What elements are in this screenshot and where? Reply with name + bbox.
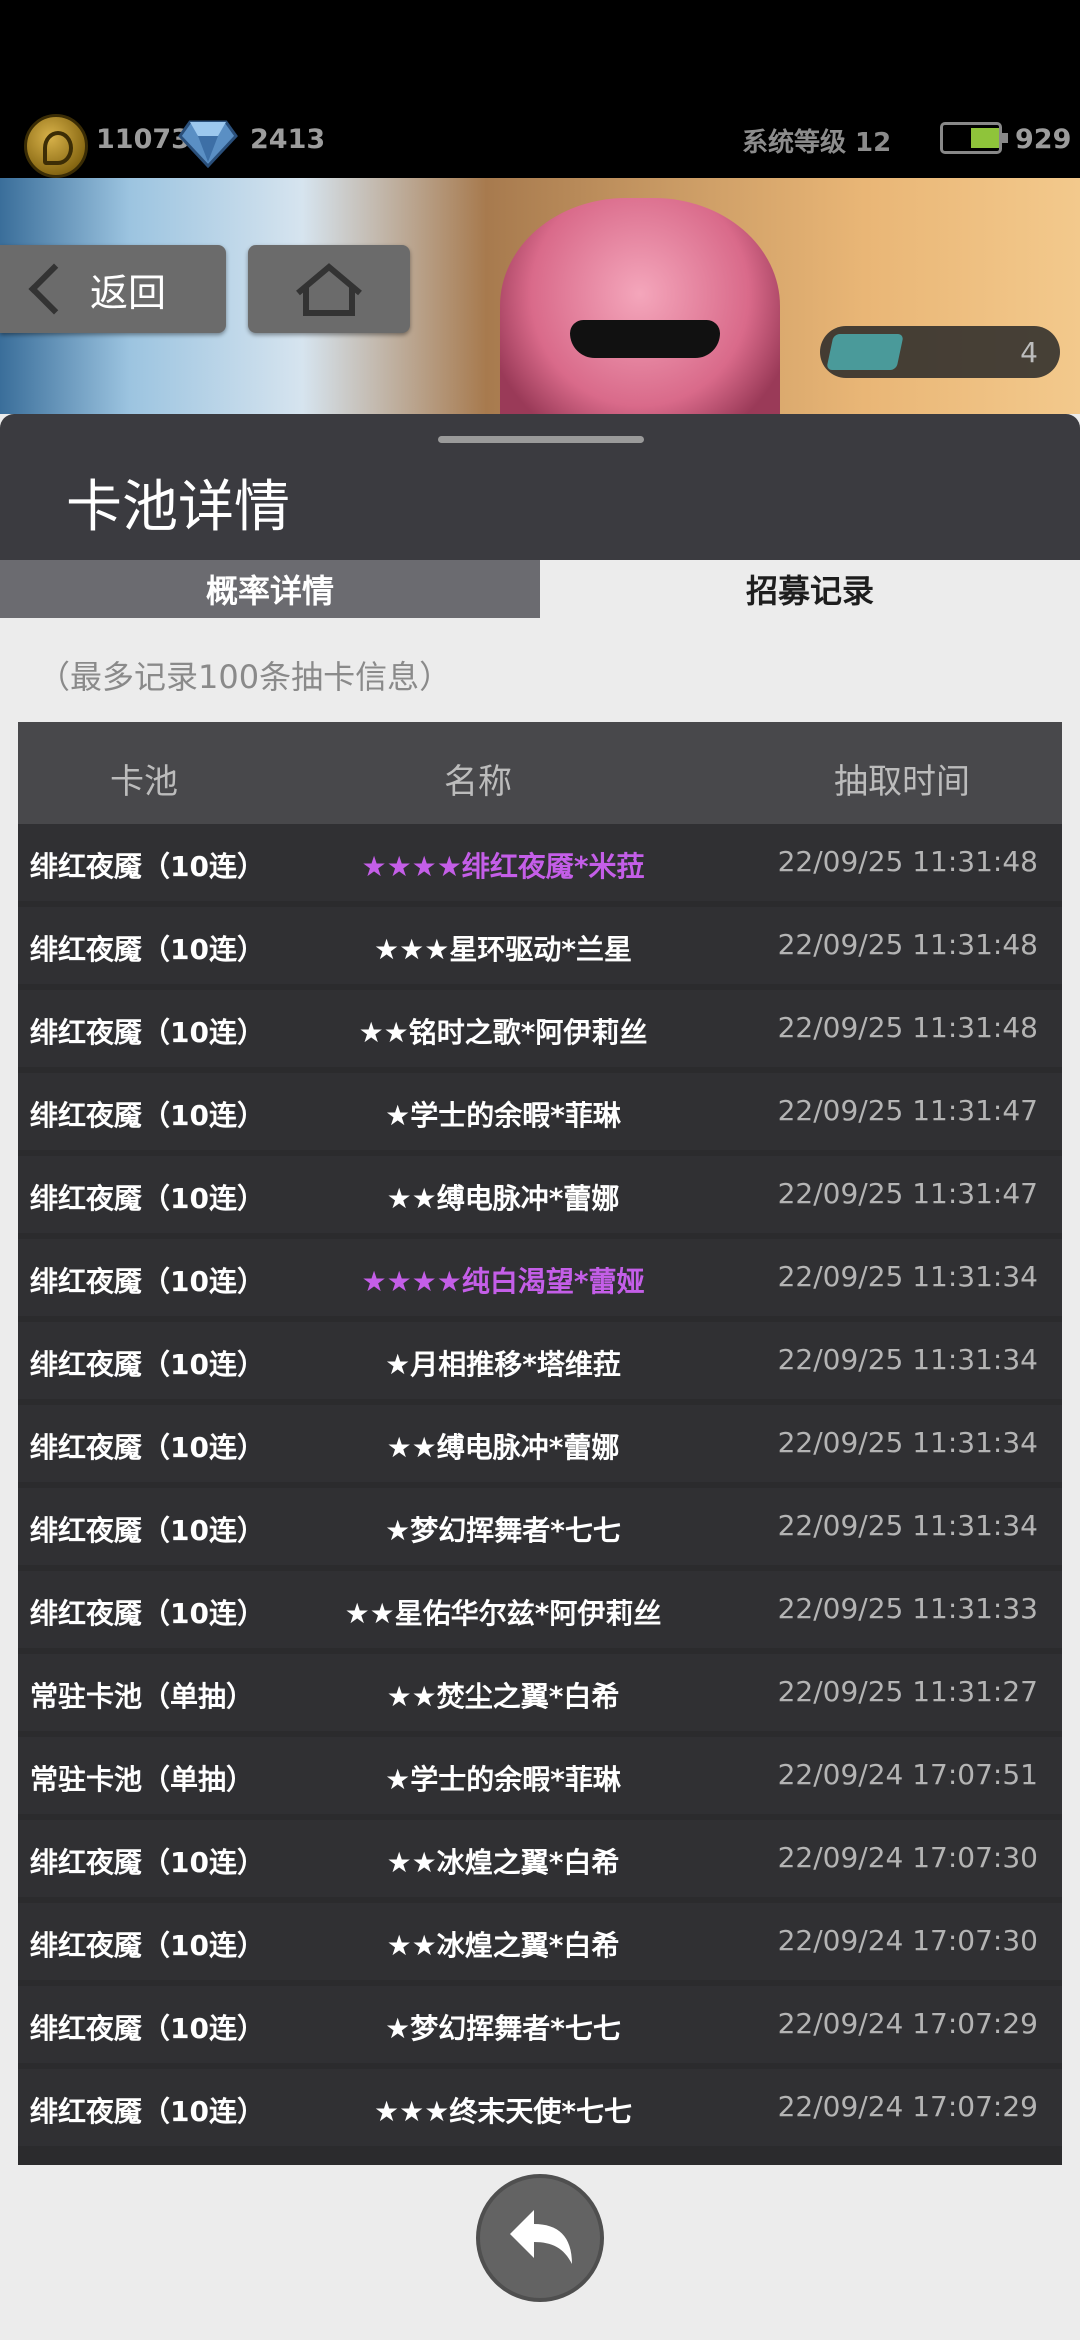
row-name: ★★冰煌之翼*白希 (386, 1846, 620, 1879)
row-time: 22/09/25 11:31:34 (777, 1343, 1038, 1376)
home-button[interactable] (248, 245, 410, 333)
row-pool: 常驻卡池（单抽） (30, 1763, 255, 1796)
row-name: ★★缚电脉冲*蕾娜 (386, 1182, 620, 1215)
drag-handle[interactable] (438, 436, 644, 443)
row-pool: 绯红夜魇（10连） (30, 850, 265, 883)
table-body: 绯红夜魇（10连） ★★★★绯红夜魇*米菈 22/09/25 11:31:48 绯红夜… (18, 824, 1062, 2146)
header-pool: 卡池 (110, 762, 178, 802)
energy-count: 929 (1015, 124, 1072, 155)
table-row: 绯红夜魇（10连） ★★铭时之歌*阿伊莉丝 22/09/25 11:31:48 (18, 990, 1062, 1067)
back-button[interactable]: 返回 (0, 245, 226, 333)
table-row: 绯红夜魇（10连） ★★缚电脉冲*蕾娜 22/09/25 11:31:47 (18, 1156, 1062, 1233)
back-label: 返回 (90, 270, 167, 315)
table-row: 常驻卡池（单抽） ★★焚尘之翼*白希 22/09/25 11:31:27 (18, 1654, 1062, 1731)
return-button[interactable] (476, 2174, 604, 2302)
chevron-left-icon (28, 263, 80, 315)
row-pool: 绯红夜魇（10连） (30, 2095, 265, 2128)
table-row: 绯红夜魇（10连） ★★缚电脉冲*蕾娜 22/09/25 11:31:34 (18, 1405, 1062, 1482)
table-row: 绯红夜魇（10连） ★★冰煌之翼*白希 22/09/24 17:07:30 (18, 1903, 1062, 1980)
home-icon (296, 263, 362, 316)
ticket-icon (826, 334, 904, 370)
table-row: 绯红夜魇（10连） ★梦幻挥舞者*七七 22/09/24 17:07:29 (18, 1986, 1062, 2063)
table-row: 绯红夜魇（10连） ★月相推移*塔维菈 22/09/25 11:31:34 (18, 1322, 1062, 1399)
row-name: ★学士的余暇*菲琳 (385, 1763, 621, 1796)
row-pool: 绯红夜魇（10连） (30, 1846, 265, 1879)
row-time: 22/09/24 17:07:30 (777, 1841, 1038, 1874)
coin-icon (24, 114, 88, 178)
header-time: 抽取时间 (834, 762, 970, 802)
dialog-title: 卡池详情 (66, 475, 290, 540)
status-bar: 11073 2413 系统等级 12 929 (0, 0, 1080, 178)
row-pool: 常驻卡池（单抽） (30, 1680, 255, 1713)
records-table[interactable]: 卡池 名称 抽取时间 绯红夜魇（10连） ★★★★绯红夜魇*米菈 22/09/25 … (18, 722, 1062, 2165)
row-name: ★★铭时之歌*阿伊莉丝 (358, 1016, 648, 1049)
row-pool: 绯红夜魇（10连） (30, 1016, 265, 1049)
row-name: ★★缚电脉冲*蕾娜 (386, 1431, 620, 1464)
ticket-counter: 4 (820, 326, 1060, 378)
row-name: ★★★★纯白渴望*蕾娅 (361, 1265, 645, 1298)
row-name: ★★★终末天使*七七 (374, 2095, 632, 2128)
row-name: ★★冰煌之翼*白希 (386, 1929, 620, 1962)
row-time: 22/09/25 11:31:34 (777, 1260, 1038, 1293)
row-time: 22/09/24 17:07:51 (777, 1758, 1038, 1791)
row-time: 22/09/24 17:07:29 (777, 2090, 1038, 2123)
table-row: 绯红夜魇（10连） ★★★★绯红夜魇*米菈 22/09/25 11:31:48 (18, 824, 1062, 901)
ticket-count: 4 (1020, 336, 1038, 369)
row-name: ★梦幻挥舞者*七七 (385, 1514, 621, 1547)
table-row: 绯红夜魇（10连） ★★★星环驱动*兰星 22/09/25 11:31:48 (18, 907, 1062, 984)
table-row: 绯红夜魇（10连） ★★星佑华尔兹*阿伊莉丝 22/09/25 11:31:33 (18, 1571, 1062, 1648)
row-time: 22/09/25 11:31:48 (777, 845, 1038, 878)
row-name: ★★星佑华尔兹*阿伊莉丝 (344, 1597, 662, 1630)
table-header: 卡池 名称 抽取时间 (18, 722, 1062, 824)
table-row: 绯红夜魇（10连） ★★★终末天使*七七 22/09/24 17:07:29 (18, 2069, 1062, 2146)
tab-probability[interactable]: 概率详情 (0, 560, 540, 618)
row-pool: 绯红夜魇（10连） (30, 1514, 265, 1547)
table-row: 绯红夜魇（10连） ★★★★纯白渴望*蕾娅 22/09/25 11:31:34 (18, 1239, 1062, 1316)
row-time: 22/09/25 11:31:48 (777, 1011, 1038, 1044)
gem-count: 2413 (250, 124, 326, 155)
table-row: 绯红夜魇（10连） ★★冰煌之翼*白希 22/09/24 17:07:30 (18, 1820, 1062, 1897)
row-time: 22/09/24 17:07:30 (777, 1924, 1038, 1957)
row-name: ★学士的余暇*菲琳 (385, 1099, 621, 1132)
header-name: 名称 (444, 762, 512, 802)
row-time: 22/09/25 11:31:34 (777, 1509, 1038, 1542)
row-time: 22/09/25 11:31:48 (777, 928, 1038, 961)
table-row: 常驻卡池（单抽） ★学士的余暇*菲琳 22/09/24 17:07:51 (18, 1737, 1062, 1814)
row-pool: 绯红夜魇（10连） (30, 2012, 265, 2045)
diamond-icon (178, 120, 238, 168)
character-art (500, 198, 780, 414)
table-row: 绯红夜魇（10连） ★梦幻挥舞者*七七 22/09/25 11:31:34 (18, 1488, 1062, 1565)
row-pool: 绯红夜魇（10连） (30, 1265, 265, 1298)
row-time: 22/09/25 11:31:34 (777, 1426, 1038, 1459)
row-time: 22/09/25 11:31:33 (777, 1592, 1038, 1625)
coin-count: 11073 (96, 124, 190, 155)
tab-records[interactable]: 招募记录 (540, 560, 1080, 618)
row-pool: 绯红夜魇（10连） (30, 1099, 265, 1132)
row-name: ★梦幻挥舞者*七七 (385, 2012, 621, 2045)
row-time: 22/09/25 11:31:27 (777, 1675, 1038, 1708)
row-name: ★月相推移*塔维菈 (385, 1348, 621, 1381)
table-row: 绯红夜魇（10连） ★学士的余暇*菲琳 22/09/25 11:31:47 (18, 1073, 1062, 1150)
row-name: ★★焚尘之翼*白希 (386, 1680, 620, 1713)
row-pool: 绯红夜魇（10连） (30, 1348, 265, 1381)
system-level: 系统等级 12 (742, 128, 892, 158)
row-pool: 绯红夜魇（10连） (30, 1929, 265, 1962)
row-time: 22/09/25 11:31:47 (777, 1177, 1038, 1210)
row-time: 22/09/24 17:07:29 (777, 2007, 1038, 2040)
row-pool: 绯红夜魇（10连） (30, 933, 265, 966)
return-arrow-icon (510, 2210, 572, 2264)
record-limit-note: （最多记录100条抽卡信息） (38, 658, 452, 696)
energy-icon (940, 122, 1008, 154)
row-pool: 绯红夜魇（10连） (30, 1597, 265, 1630)
row-pool: 绯红夜魇（10连） (30, 1182, 265, 1215)
row-time: 22/09/25 11:31:47 (777, 1094, 1038, 1127)
row-pool: 绯红夜魇（10连） (30, 1431, 265, 1464)
row-name: ★★★★绯红夜魇*米菈 (361, 850, 645, 883)
row-name: ★★★星环驱动*兰星 (374, 933, 632, 966)
